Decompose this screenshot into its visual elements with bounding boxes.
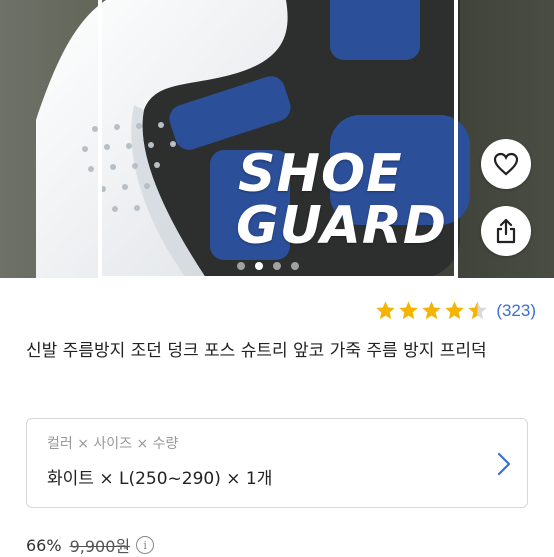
option-label: 컬러 × 사이즈 × 수량 <box>47 436 179 452</box>
carousel-dot[interactable] <box>237 262 245 270</box>
discount-rate: 66% <box>26 535 62 555</box>
star-icon <box>399 301 418 320</box>
half-star-icon <box>468 301 487 320</box>
product-title: 신발 주름방지 조던 덩크 포스 슈트리 앞코 가죽 주름 방지 프리덕 <box>26 341 487 361</box>
star-icon <box>376 301 395 320</box>
share-button[interactable] <box>481 206 531 256</box>
heart-icon <box>493 152 519 176</box>
review-count[interactable]: (323) <box>496 301 536 321</box>
shoe-guard-logo: SHOE GUARD <box>236 144 448 256</box>
product-image[interactable]: SHOE GUARD <box>0 0 554 278</box>
vent-hole <box>88 166 94 172</box>
carousel-dot[interactable] <box>255 262 263 270</box>
star-icon <box>422 301 441 320</box>
carousel-indicator[interactable] <box>237 262 299 270</box>
vent-hole <box>82 146 88 152</box>
chevron-right-icon <box>497 452 511 476</box>
carousel-dot[interactable] <box>291 262 299 270</box>
like-button[interactable] <box>481 139 531 189</box>
price-row: 66% 9,900원 i <box>26 533 155 557</box>
star-icon <box>445 301 464 320</box>
option-value: 화이트 × L(250~290) × 1개 <box>47 469 273 489</box>
option-selector[interactable]: 컬러 × 사이즈 × 수량 화이트 × L(250~290) × 1개 <box>26 418 528 508</box>
rating[interactable]: (323) <box>375 300 536 321</box>
share-icon <box>496 218 516 244</box>
carousel-dot[interactable] <box>273 262 281 270</box>
info-icon[interactable]: i <box>136 536 155 554</box>
original-price: 9,900원 <box>69 537 131 556</box>
